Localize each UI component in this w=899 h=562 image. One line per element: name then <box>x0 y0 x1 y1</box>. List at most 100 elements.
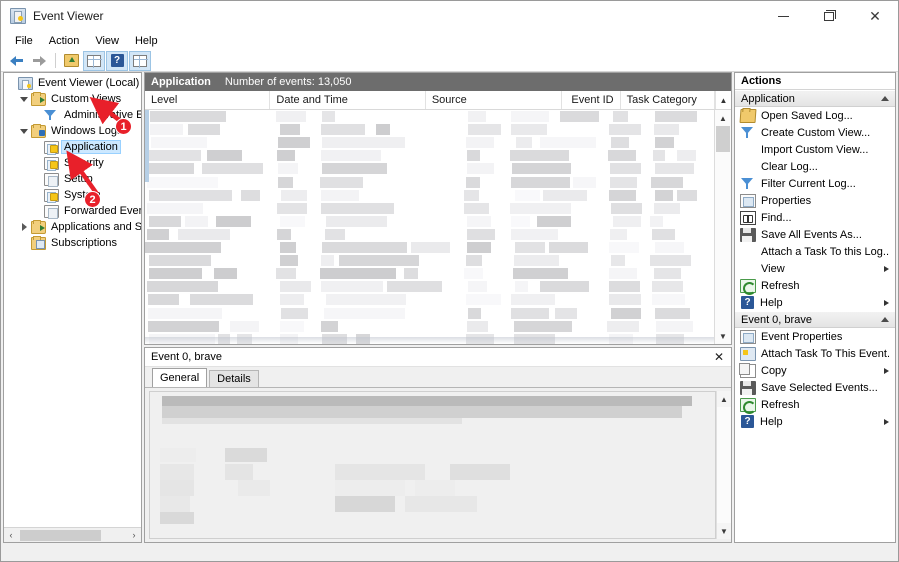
column-header-date-and-time[interactable]: Date and Time <box>270 91 425 109</box>
forward-button[interactable] <box>28 51 50 71</box>
caret-up-icon[interactable] <box>881 96 889 101</box>
redacted-text-block <box>415 480 455 496</box>
scroll-left-button[interactable]: ‹ <box>4 529 18 542</box>
chevron-down-icon[interactable] <box>17 129 31 134</box>
action-item-properties[interactable]: Properties <box>735 192 895 209</box>
action-item-attach-a-task-to-this-log[interactable]: Attach a Task To this Log... <box>735 243 895 260</box>
action-item-refresh[interactable]: Refresh <box>735 396 895 413</box>
action-item-event-properties[interactable]: Event Properties <box>735 328 895 345</box>
event-list-vertical-scrollbar[interactable]: ▲ ▼ <box>714 110 731 344</box>
detail-close-button[interactable]: ✕ <box>711 349 727 365</box>
refresh-icon <box>740 398 756 412</box>
column-header-task-category[interactable]: Task Category <box>621 91 715 109</box>
action-item-filter-current-log[interactable]: Filter Current Log... <box>735 175 895 192</box>
scroll-up-button[interactable]: ▲ <box>715 110 731 126</box>
redacted-text-block <box>238 480 270 496</box>
action-item-copy[interactable]: Copy <box>735 362 895 379</box>
tree-item-security[interactable]: Security <box>4 155 141 171</box>
redacted-cell-block <box>511 124 547 135</box>
action-item-import-custom-view[interactable]: Import Custom View... <box>735 141 895 158</box>
tree-horizontal-scrollbar[interactable]: ‹ › <box>4 527 141 542</box>
column-header-sort-indicator[interactable]: ▲ <box>715 91 731 109</box>
redacted-cell-block <box>280 255 298 266</box>
action-item-find[interactable]: Find... <box>735 209 895 226</box>
event-log-icon <box>44 189 59 202</box>
redacted-cell-block <box>510 150 568 161</box>
scroll-track[interactable] <box>715 126 731 328</box>
scroll-track[interactable] <box>18 529 127 542</box>
redacted-cell-block <box>280 294 304 305</box>
scroll-track[interactable] <box>717 407 731 523</box>
tree-item-forwarded-events[interactable]: Forwarded Events <box>4 203 141 219</box>
column-header-row[interactable]: LevelDate and TimeSourceEvent IDTask Cat… <box>145 91 731 110</box>
redacted-cell-block <box>241 190 261 201</box>
scroll-down-button[interactable]: ▼ <box>715 328 731 344</box>
menu-help[interactable]: Help <box>127 34 166 48</box>
show-hide-console-tree-button[interactable] <box>83 51 105 71</box>
tree-item-system[interactable]: System <box>4 187 141 203</box>
action-item-clear-log[interactable]: Clear Log... <box>735 158 895 175</box>
submenu-arrow-icon <box>884 266 889 272</box>
event-rows[interactable] <box>145 110 714 344</box>
tree-item-applications-and-services-lo[interactable]: Applications and Services Lo <box>4 219 141 235</box>
redacted-cell-block <box>185 216 208 227</box>
redacted-cell-block <box>411 242 450 253</box>
redacted-cell-block <box>511 229 558 240</box>
minimize-button[interactable] <box>760 1 806 31</box>
action-item-view[interactable]: View <box>735 260 895 277</box>
column-header-level[interactable]: Level <box>145 91 270 109</box>
redacted-cell-block <box>464 190 479 201</box>
tree-item-setup[interactable]: Setup <box>4 171 141 187</box>
action-item-attach-task-to-this-event[interactable]: Attach Task To This Event... <box>735 345 895 362</box>
tree-item-custom-views[interactable]: Custom Views <box>4 91 141 107</box>
action-item-refresh[interactable]: Refresh <box>735 277 895 294</box>
scroll-right-button[interactable]: › <box>127 529 141 542</box>
redacted-cell-block <box>281 190 307 201</box>
action-item-save-all-events-as[interactable]: Save All Events As... <box>735 226 895 243</box>
back-button[interactable] <box>5 51 27 71</box>
action-item-create-custom-view[interactable]: Create Custom View... <box>735 124 895 141</box>
redacted-cell-block <box>677 150 696 161</box>
up-one-level-button[interactable] <box>60 51 82 71</box>
redacted-cell-block <box>653 150 666 161</box>
chevron-right-icon[interactable] <box>17 223 31 231</box>
tree-item-event-viewer-local[interactable]: Event Viewer (Local) <box>4 75 141 91</box>
action-item-label: Open Saved Log... <box>761 110 889 122</box>
column-header-source[interactable]: Source <box>426 91 562 109</box>
action-item-label: Filter Current Log... <box>761 178 889 190</box>
tab-details[interactable]: Details <box>209 370 259 387</box>
redacted-cell-block <box>467 242 491 253</box>
tree-item-application[interactable]: Application <box>4 139 141 155</box>
console-tree[interactable]: Event Viewer (Local)Custom ViewsAdminist… <box>4 73 141 527</box>
caret-up-icon[interactable] <box>881 317 889 322</box>
column-header-event-id[interactable]: Event ID <box>562 91 621 109</box>
actions-group-header-2[interactable]: Event 0, brave <box>735 311 895 328</box>
tree-item-subscriptions[interactable]: Subscriptions <box>4 235 141 251</box>
maximize-button[interactable] <box>806 1 852 31</box>
show-hide-action-pane-button[interactable] <box>129 51 151 71</box>
redacted-cell-block <box>540 281 590 292</box>
help-button[interactable]: ? <box>106 51 128 71</box>
action-item-save-selected-events[interactable]: Save Selected Events... <box>735 379 895 396</box>
close-button[interactable]: ✕ <box>852 1 898 31</box>
chevron-down-icon[interactable] <box>17 97 31 102</box>
action-item-open-saved-log[interactable]: Open Saved Log... <box>735 107 895 124</box>
actions-group-header-1[interactable]: Application <box>735 90 895 107</box>
scroll-thumb[interactable] <box>20 530 101 541</box>
detail-content[interactable] <box>149 391 716 539</box>
action-item-help[interactable]: ?Help <box>735 413 895 430</box>
redacted-cell-block <box>573 177 596 188</box>
scroll-down-button[interactable]: ▼ <box>717 523 731 539</box>
tab-general[interactable]: General <box>152 368 207 387</box>
properties-icon <box>740 194 756 208</box>
action-item-help[interactable]: ?Help <box>735 294 895 311</box>
detail-vertical-scrollbar[interactable]: ▲ ▼ <box>716 391 731 539</box>
menu-action[interactable]: Action <box>41 34 88 48</box>
event-rows-area[interactable]: ▲ ▼ <box>145 110 731 344</box>
menu-view[interactable]: View <box>87 34 127 48</box>
redacted-cell-block <box>655 242 684 253</box>
menu-file[interactable]: File <box>7 34 41 48</box>
scroll-thumb[interactable] <box>716 126 730 152</box>
tree-item-label: Applications and Services Lo <box>49 221 141 233</box>
scroll-up-button[interactable]: ▲ <box>717 391 731 407</box>
